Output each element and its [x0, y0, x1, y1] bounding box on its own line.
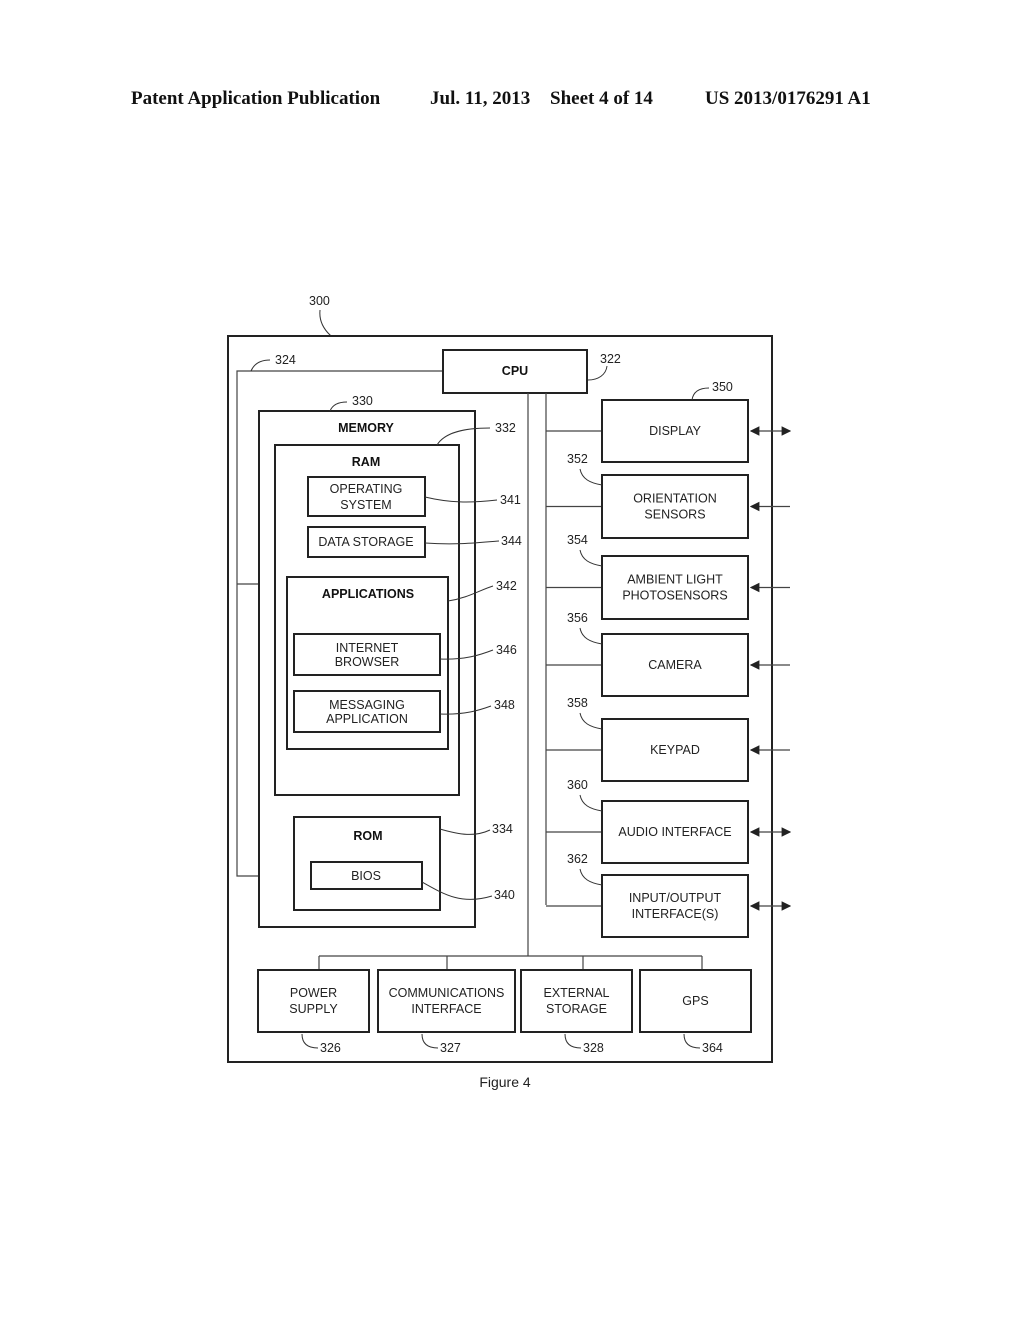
- component-label: SUPPLY: [289, 1002, 338, 1016]
- peripheral-label: SENSORS: [644, 508, 705, 522]
- ram-label: RAM: [352, 455, 380, 469]
- component-label: INTERFACE: [411, 1002, 481, 1016]
- peripheral-label: PHOTOSENSORS: [622, 589, 727, 603]
- peripheral-label: CAMERA: [648, 658, 702, 672]
- component-ref: 328: [583, 1041, 604, 1055]
- peripheral-label: AMBIENT LIGHT: [627, 573, 723, 587]
- ref-334: 334: [492, 822, 513, 836]
- component-label: POWER: [290, 986, 337, 1000]
- data-storage-label: DATA STORAGE: [318, 535, 413, 549]
- component-label: EXTERNAL: [544, 986, 610, 1000]
- peripheral-label: INTERFACE(S): [632, 907, 719, 921]
- ref-332: 332: [495, 421, 516, 435]
- peripheral-label: DISPLAY: [649, 424, 702, 438]
- peripheral-label: ORIENTATION: [633, 492, 717, 506]
- peripheral-ref: 356: [567, 611, 588, 625]
- peripheral-ref: 350: [712, 380, 733, 394]
- ref-340: 340: [494, 888, 515, 902]
- peripheral-ref: 358: [567, 696, 588, 710]
- component-label: GPS: [682, 994, 708, 1008]
- os-label-line1: OPERATING: [330, 482, 403, 496]
- applications-label: APPLICATIONS: [322, 587, 414, 601]
- component-ref: 327: [440, 1041, 461, 1055]
- peripheral-ref: 360: [567, 778, 588, 792]
- ref-346: 346: [496, 643, 517, 657]
- ref-341: 341: [500, 493, 521, 507]
- peripheral-box: [601, 874, 749, 938]
- memory-label: MEMORY: [338, 421, 394, 435]
- component-ref: 326: [320, 1041, 341, 1055]
- rom-label: ROM: [353, 829, 382, 843]
- component-label: STORAGE: [546, 1002, 607, 1016]
- peripheral-label: INPUT/OUTPUT: [629, 891, 722, 905]
- bios-label: BIOS: [351, 869, 381, 883]
- ref-342: 342: [496, 579, 517, 593]
- component-box: [377, 969, 516, 1033]
- peripheral-ref: 352: [567, 452, 588, 466]
- ref-344: 344: [501, 534, 522, 548]
- component-ref: 364: [702, 1041, 723, 1055]
- peripheral-box: [601, 555, 749, 620]
- browser-label-line1: INTERNET: [336, 641, 399, 655]
- peripheral-label: KEYPAD: [650, 743, 700, 757]
- ref-322: 322: [600, 352, 621, 366]
- ref-300: 300: [309, 294, 330, 308]
- cpu-label: CPU: [502, 364, 528, 378]
- peripheral-ref: 354: [567, 533, 588, 547]
- browser-label-line2: BROWSER: [335, 655, 400, 669]
- messaging-label-line1: MESSAGING: [329, 698, 405, 712]
- ref-324: 324: [275, 353, 296, 367]
- peripheral-box: [601, 474, 749, 539]
- ref-330: 330: [352, 394, 373, 408]
- figure-caption: Figure 4: [479, 1074, 531, 1090]
- component-box: [520, 969, 633, 1033]
- component-box: [257, 969, 370, 1033]
- messaging-label-line2: APPLICATION: [326, 712, 408, 726]
- ref-348: 348: [494, 698, 515, 712]
- peripheral-label: AUDIO INTERFACE: [618, 825, 731, 839]
- peripheral-ref: 362: [567, 852, 588, 866]
- component-label: COMMUNICATIONS: [389, 986, 505, 1000]
- block-diagram: 300 324 CPU 322 MEMORY 330 RAM 332 OPERA…: [227, 294, 792, 1090]
- os-label-line2: SYSTEM: [340, 498, 391, 512]
